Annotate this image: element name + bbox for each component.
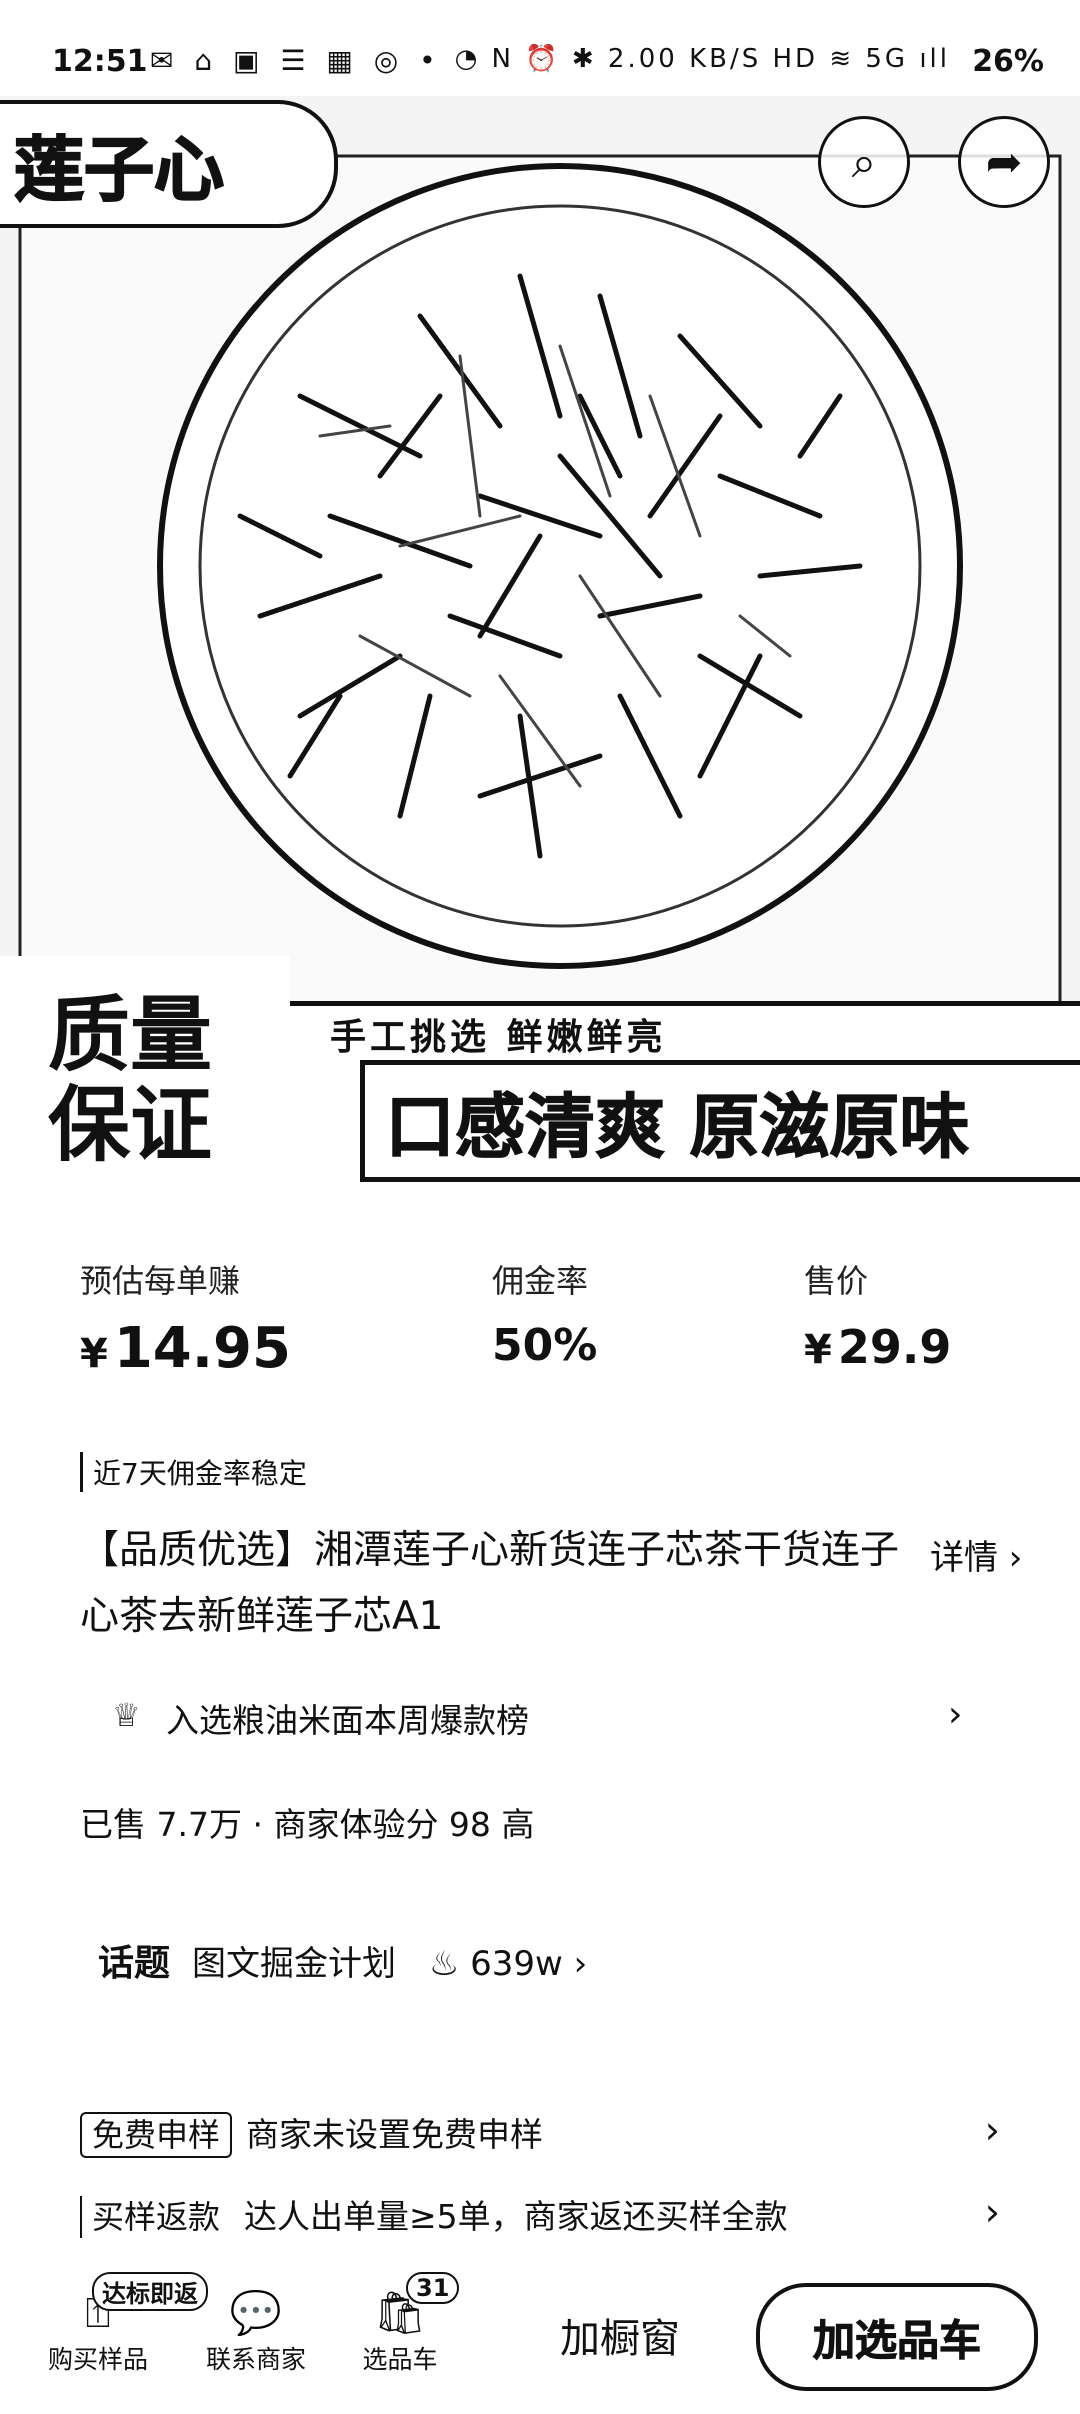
metric-price: 售价 ¥29.9 [804, 1256, 951, 1374]
status-time: 12:51 [52, 44, 148, 79]
earn-currency: ¥ [80, 1331, 108, 1377]
free-sample-row[interactable]: 免费申样 商家未设置免费申样 › [80, 2108, 1000, 2158]
topic-row[interactable]: 话题 图文掘金计划 ♨ 639w › [98, 1934, 587, 1986]
price-amount: 29.9 [837, 1320, 952, 1374]
flame-icon: ♨ [428, 1944, 460, 1984]
notification-icons: ✉ ⌂ ▣ ☰ ▦ ◎ • [150, 44, 442, 77]
slogan-big: 口感清爽 原滋原味 [360, 1060, 1080, 1182]
sales-info: 已售 7.7万 · 商家体验分 98 高 [80, 1805, 535, 1844]
add-to-selection-cart-button[interactable]: 加选品车 [756, 2283, 1038, 2391]
detail-link[interactable]: 详情 › [930, 1530, 1022, 1579]
topic-heat: 639w › [470, 1944, 588, 1984]
share-button[interactable]: ➦ [958, 116, 1050, 208]
sample-refund-text: 达人出单量≥5单，商家返还买样全款 [244, 2197, 788, 2236]
rank-text: 入选粮油米面本周爆款榜 [166, 1701, 529, 1740]
quality-badge: 质量 保证 [48, 990, 212, 1170]
price-value: ¥29.9 [804, 1320, 951, 1374]
product-title: 【品质优选】湘潭莲子心新货连子芯茶干货连子心茶去新鲜莲子芯A1 [80, 1528, 900, 1639]
cart-count-badge: 31 [406, 2272, 460, 2304]
metric-commission: 佣金率 50% [492, 1256, 597, 1371]
add-to-window-button[interactable]: 加橱窗 [520, 2280, 720, 2390]
system-icons: ◔ N ⏰ ✱ 2.00 KB/S HD ≋ 5G ıll [454, 44, 950, 74]
earn-amount: 14.95 [113, 1316, 291, 1381]
chevron-right-icon: › [948, 1694, 963, 1735]
chat-icon: 💬 [229, 2288, 283, 2337]
share-icon: ➦ [985, 136, 1023, 188]
hero-title: 莲子心 [0, 100, 338, 228]
cart-label: 选品车 [362, 2345, 438, 2374]
commission-label: 佣金率 [492, 1262, 589, 1300]
quality-line-1: 质量 [48, 987, 213, 1083]
topic-label: 话题 [98, 1943, 171, 1984]
sample-refund-label: 买样返款 [80, 2196, 231, 2238]
chevron-right-icon: › [984, 2190, 1000, 2234]
price-currency: ¥ [804, 1327, 832, 1373]
earn-value: ¥14.95 [80, 1316, 291, 1381]
quality-line-2: 保证 [48, 1077, 213, 1173]
topic-name: 图文掘金计划 [192, 1944, 397, 1984]
battery-level: 26% [972, 44, 1044, 79]
price-label: 售价 [804, 1262, 869, 1300]
commission-value: 50% [492, 1320, 598, 1371]
trophy-icon: ♕ [112, 1696, 141, 1734]
metric-earn: 预估每单赚 ¥14.95 [80, 1256, 291, 1381]
slogan-small: 手工挑选 鲜嫩鲜亮 [330, 1017, 667, 1058]
search-button[interactable]: ⌕ [818, 116, 910, 208]
chevron-right-icon: › [984, 2108, 1000, 2152]
commission-stable-tag: 近7天佣金率稳定 [80, 1452, 307, 1492]
buy-sample-label: 购买样品 [47, 2345, 148, 2374]
earn-label: 预估每单赚 [80, 1262, 241, 1300]
sample-refund-row[interactable]: 买样返款 达人出单量≥5单，商家返还买样全款 › [80, 2190, 1000, 2238]
search-icon: ⌕ [851, 136, 877, 188]
free-sample-text: 商家未设置免费申样 [246, 2115, 544, 2154]
contact-merchant-tab[interactable]: 💬 联系商家 [186, 2286, 326, 2376]
free-sample-label: 免费申样 [80, 2112, 233, 2158]
contact-label: 联系商家 [205, 2345, 306, 2374]
